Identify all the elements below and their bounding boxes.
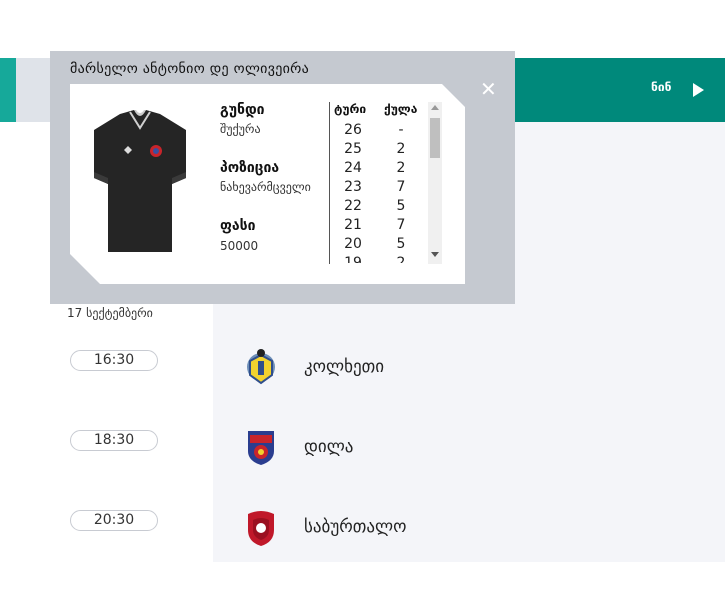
scroll-down-icon[interactable]: [431, 252, 439, 257]
stats-row: 23 7: [332, 179, 428, 198]
team-name[interactable]: კოლხეთი: [304, 357, 384, 377]
stats-scrollbar[interactable]: [428, 102, 442, 264]
next-button-label[interactable]: ნინ: [651, 80, 671, 94]
team-value: შუქურა: [220, 122, 261, 136]
round-cell: 24: [344, 160, 362, 176]
header-edge: [0, 58, 16, 122]
round-cell: 19: [344, 255, 362, 263]
points-cell: 5: [396, 236, 406, 252]
round-cell: 26: [344, 122, 362, 138]
round-cell: 22: [344, 198, 362, 214]
points-cell: 2: [396, 160, 406, 176]
stats-row: 19 2: [332, 255, 428, 263]
saburtalo-logo: [248, 511, 274, 546]
stats-row: 20 5: [332, 236, 428, 255]
price-label: ფასი: [220, 218, 256, 234]
close-icon[interactable]: ✕: [480, 79, 497, 99]
points-header: ქულა: [384, 102, 418, 116]
points-cell: -: [398, 122, 404, 138]
points-cell: 5: [396, 198, 406, 214]
stats-row: 24 2: [332, 160, 428, 179]
match-time: 18:30: [70, 430, 158, 451]
position-value: ნახევარმცველი: [220, 180, 311, 194]
stats-row: 26 -: [332, 122, 428, 141]
player-name: მარსელო ანტონიო დე ოლივეირა: [70, 61, 310, 77]
stats-row: 22 5: [332, 198, 428, 217]
stats-table[interactable]: 26 - 25 2 24 2 23 7 22 5 21 7 20 5 19 2: [332, 122, 428, 263]
points-cell: 7: [396, 179, 406, 195]
player-card: გუნდი შუქურა პოზიცია ნახევარმცველი ფასი …: [70, 84, 465, 284]
player-popup: მარსელო ანტონიო დე ოლივეირა ✕ გუნდი შუქუ…: [50, 51, 515, 304]
jersey-image: [94, 110, 186, 252]
header-strip: [16, 58, 50, 122]
team-name[interactable]: დილა: [304, 437, 353, 457]
price-value: 50000: [220, 239, 259, 253]
team-label: გუნდი: [220, 102, 265, 118]
stats-row: 21 7: [332, 217, 428, 236]
points-cell: 2: [396, 255, 406, 263]
position-label: პოზიცია: [220, 160, 280, 176]
dila-logo: [248, 431, 274, 465]
scroll-thumb[interactable]: [430, 118, 440, 158]
scroll-up-icon[interactable]: [431, 105, 439, 110]
round-cell: 21: [344, 217, 362, 233]
match-time: 16:30: [70, 350, 158, 371]
next-arrow-icon[interactable]: [693, 83, 704, 97]
schedule-date: 17 სექტემბერი: [67, 306, 153, 320]
points-cell: 7: [396, 217, 406, 233]
points-cell: 2: [396, 141, 406, 157]
round-cell: 20: [344, 236, 362, 252]
match-time: 20:30: [70, 510, 158, 531]
stats-row: 25 2: [332, 141, 428, 160]
round-header: ტური: [334, 102, 367, 116]
page: ნინ 17 სექტემბერი 16:30 კოლხეთი 18:30 დი…: [0, 0, 725, 610]
stats-divider: [329, 102, 330, 264]
team-name[interactable]: საბურთალო: [304, 517, 406, 537]
kolkheti-logo: [247, 349, 275, 385]
round-cell: 25: [344, 141, 362, 157]
round-cell: 23: [344, 179, 362, 195]
